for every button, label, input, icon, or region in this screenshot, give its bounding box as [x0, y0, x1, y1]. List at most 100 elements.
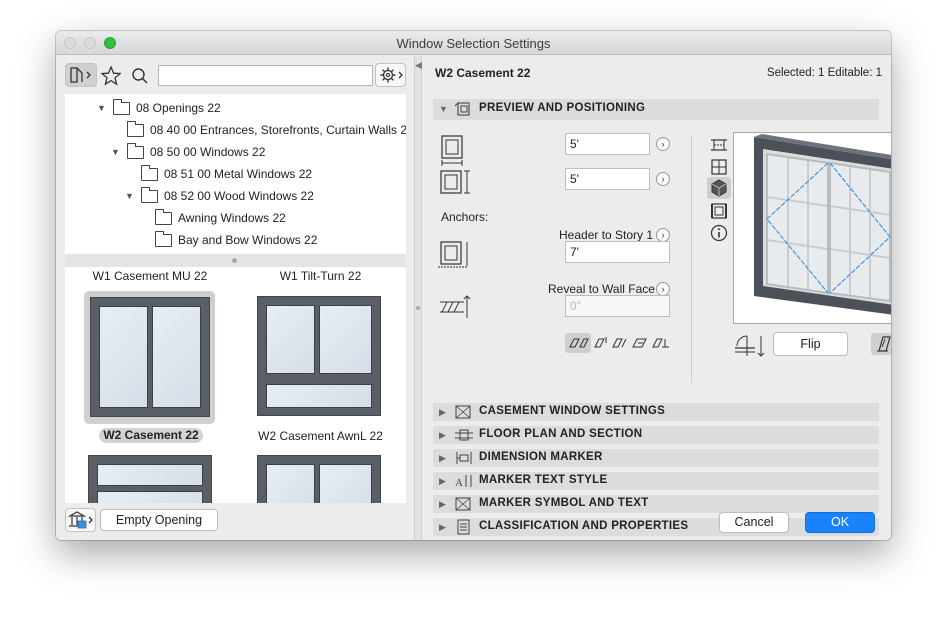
gallery-thumbnail[interactable] — [90, 297, 210, 417]
favorites-button[interactable] — [100, 65, 122, 87]
elevation-view-icon[interactable] — [710, 202, 728, 220]
3d-preview-canvas[interactable] — [733, 132, 891, 324]
disclosure-expanded-icon[interactable]: ▼ — [97, 98, 107, 118]
reveal-depth-icon — [440, 295, 471, 318]
disclosure-collapsed-icon: ▶ — [439, 453, 446, 463]
gallery-item-label: W1 Casement MU 22 — [92, 269, 208, 283]
anchors-label: Anchors: — [441, 210, 489, 224]
object-library-icon — [70, 67, 91, 83]
anchor-type-icon — [569, 338, 589, 348]
3d-view-button[interactable] — [707, 177, 731, 199]
section-marker-symbol-and-text[interactable]: ▶ MARKER SYMBOL AND TEXT — [433, 495, 879, 513]
disclosure-collapsed-icon: ▶ — [439, 522, 446, 532]
floor-plan-icon — [455, 429, 473, 441]
height-menu-button[interactable]: › — [656, 172, 670, 186]
header-height-field[interactable]: 7' — [565, 241, 670, 263]
object-library-mode-button[interactable] — [65, 63, 97, 87]
dialog-window: Window Selection Settings ▼ 08 Openings … — [56, 31, 891, 540]
settings-menu-button[interactable] — [375, 63, 406, 87]
header-anchor-icon — [438, 241, 468, 268]
header-anchor-label: Header to Story 1 — [559, 228, 654, 242]
disclosure-expanded-icon[interactable]: ▼ — [111, 142, 121, 162]
section-dimension-marker[interactable]: ▶ DIMENSION MARKER — [433, 449, 879, 467]
library-icon — [67, 511, 93, 529]
section-casement-window-settings[interactable]: ▶ CASEMENT WINDOW SETTINGS — [433, 403, 879, 421]
window-pane — [319, 464, 372, 503]
disclosure-collapsed-icon: ▶ — [439, 499, 446, 509]
anchor-type-icon[interactable] — [630, 333, 650, 353]
flip-button[interactable]: Flip — [773, 332, 848, 356]
split-grip-icon — [232, 258, 237, 263]
folder-icon — [113, 99, 130, 115]
window-3d-preview — [754, 134, 891, 315]
casement-settings-icon — [455, 405, 471, 419]
height-icon — [440, 170, 470, 194]
search-button[interactable] — [129, 65, 151, 87]
gallery-item-label: W2 Casement AwnL 22 — [258, 429, 383, 443]
section-preview-and-positioning[interactable]: ▼ PREVIEW AND POSITIONING — [433, 99, 879, 120]
folder-icon — [155, 231, 172, 247]
section-view-icon[interactable] — [710, 136, 728, 154]
width-field[interactable]: 5' — [565, 133, 650, 155]
divider — [691, 135, 692, 383]
width-menu-button[interactable]: › — [656, 137, 670, 151]
orientation-icon — [735, 335, 765, 357]
empty-opening-button[interactable]: Empty Opening — [100, 509, 218, 531]
disclosure-expanded-icon: ▼ — [439, 104, 448, 114]
folder-icon — [141, 187, 158, 203]
preview-section-icon — [454, 102, 470, 116]
disclosure-collapsed-icon: ▶ — [439, 430, 446, 440]
height-field[interactable]: 5' — [565, 168, 650, 190]
reveal-depth-field[interactable]: 0" — [565, 295, 670, 317]
pane-split-handle[interactable] — [65, 254, 406, 267]
anchor-type-icon[interactable] — [610, 333, 630, 353]
info-icon[interactable] — [710, 224, 728, 242]
classification-icon — [457, 519, 470, 535]
cancel-button[interactable]: Cancel — [719, 512, 789, 533]
section-floor-plan-and-section[interactable]: ▶ FLOOR PLAN AND SECTION — [433, 426, 879, 444]
mirror-left-icon — [877, 336, 891, 352]
collapse-left-icon[interactable]: ◀ — [415, 60, 422, 71]
section-marker-text-style[interactable]: ▶ A MARKER TEXT STYLE — [433, 472, 879, 490]
anchor-type-icon[interactable] — [650, 333, 672, 353]
disclosure-expanded-icon[interactable]: ▼ — [125, 186, 135, 206]
gallery-thumbnail[interactable] — [257, 296, 381, 416]
gallery-thumbnail[interactable] — [88, 455, 212, 503]
library-manager-button[interactable] — [65, 508, 96, 532]
3d-view-icon — [711, 179, 727, 197]
library-tree[interactable]: ▼ 08 Openings 22 08 40 00 Entrances, Sto… — [65, 94, 406, 254]
marker-symbol-icon — [455, 497, 471, 511]
anchor-type-header-button[interactable] — [565, 333, 591, 353]
anchor-type-icon[interactable] — [592, 333, 610, 353]
pane-separator[interactable]: ◀ — [414, 56, 422, 540]
folder-icon — [141, 165, 158, 181]
mirror-left-button[interactable] — [871, 333, 891, 355]
gallery-thumbnail[interactable] — [257, 455, 381, 503]
marker-text-icon: A — [455, 475, 472, 489]
disclosure-collapsed-icon: ▶ — [439, 407, 446, 417]
dimension-marker-icon — [456, 452, 472, 464]
folder-icon — [127, 143, 144, 159]
window-pane — [266, 464, 315, 503]
ok-button[interactable]: OK — [805, 512, 875, 533]
reveal-anchor-menu-button[interactable]: › — [656, 282, 670, 296]
search-icon — [132, 68, 148, 84]
header-anchor-menu-button[interactable]: › — [656, 228, 670, 242]
gallery-item-label: W1 Tilt-Turn 22 — [279, 269, 362, 283]
width-icon — [441, 135, 463, 166]
library-pane: ▼ 08 Openings 22 08 40 00 Entrances, Sto… — [56, 56, 414, 540]
plan-view-icon[interactable] — [710, 158, 728, 176]
folder-icon — [155, 209, 172, 225]
split-grip-icon — [416, 306, 420, 310]
window-pane — [319, 305, 372, 374]
star-icon — [100, 65, 122, 86]
folder-icon — [127, 121, 144, 137]
disclosure-collapsed-icon: ▶ — [439, 476, 446, 486]
object-name: W2 Casement 22 — [435, 66, 531, 80]
gear-icon — [380, 67, 403, 83]
search-input[interactable] — [158, 65, 373, 86]
object-gallery[interactable]: W1 Casement MU 22 W1 Tilt-Turn 22 W2 Cas… — [65, 267, 406, 503]
settings-pane: W2 Casement 22 Selected: 1 Editable: 1 ▼… — [422, 56, 891, 540]
selection-info: Selected: 1 Editable: 1 — [766, 67, 882, 79]
window-pane — [266, 384, 372, 408]
